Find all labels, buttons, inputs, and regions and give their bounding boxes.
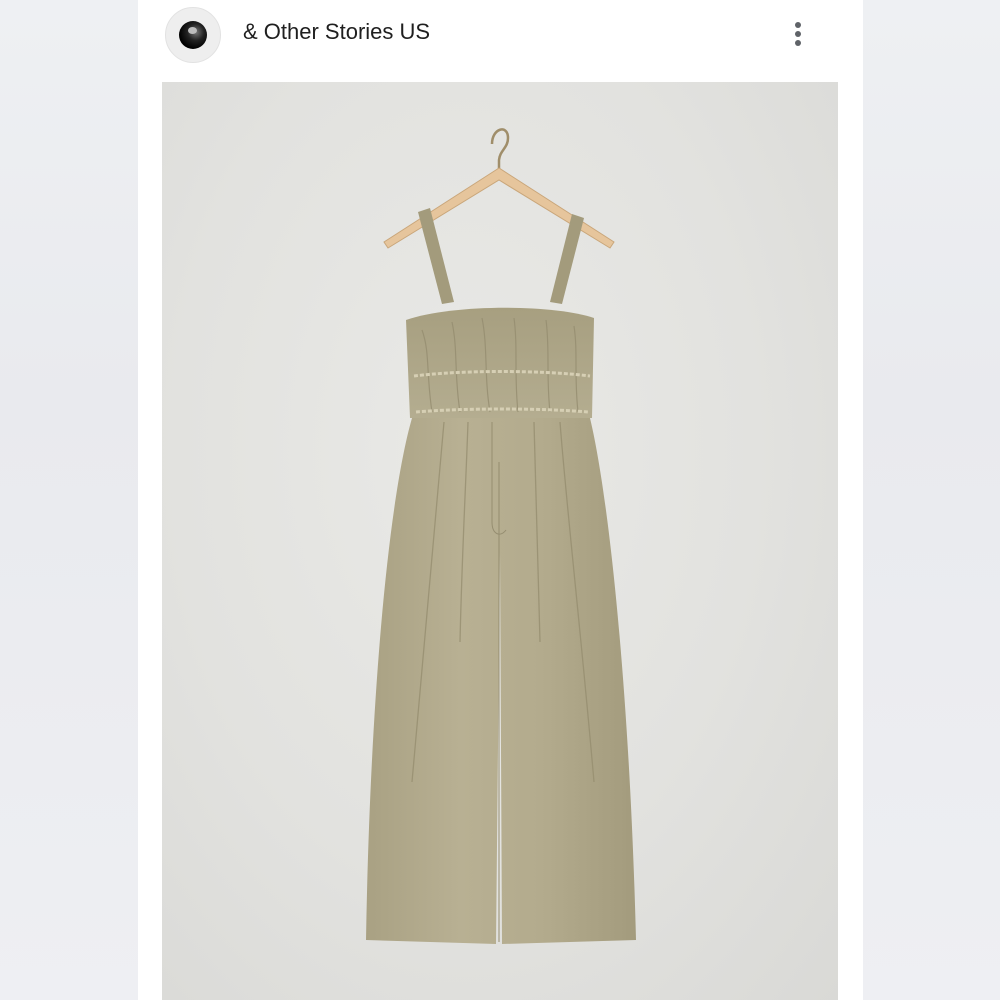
left-background-blur xyxy=(0,0,138,1000)
listing-header: & Other Stories US xyxy=(138,0,863,80)
store-name[interactable]: & Other Stories US xyxy=(243,19,430,45)
right-strap xyxy=(550,214,584,304)
trousers xyxy=(366,418,636,944)
hanger xyxy=(383,167,615,249)
listing-card: & Other Stories US xyxy=(138,0,863,1000)
hanger-hook xyxy=(490,128,510,172)
left-strap xyxy=(418,208,454,304)
product-photo[interactable] xyxy=(162,82,838,1000)
jumpsuit-on-hanger-photo xyxy=(366,128,636,944)
more-options-button[interactable] xyxy=(783,14,813,54)
more-vertical-icon xyxy=(795,22,801,46)
store-avatar[interactable] xyxy=(165,7,221,63)
store-logo-icon xyxy=(179,21,207,49)
right-background-blur xyxy=(863,0,1000,1000)
bodice xyxy=(406,307,594,418)
